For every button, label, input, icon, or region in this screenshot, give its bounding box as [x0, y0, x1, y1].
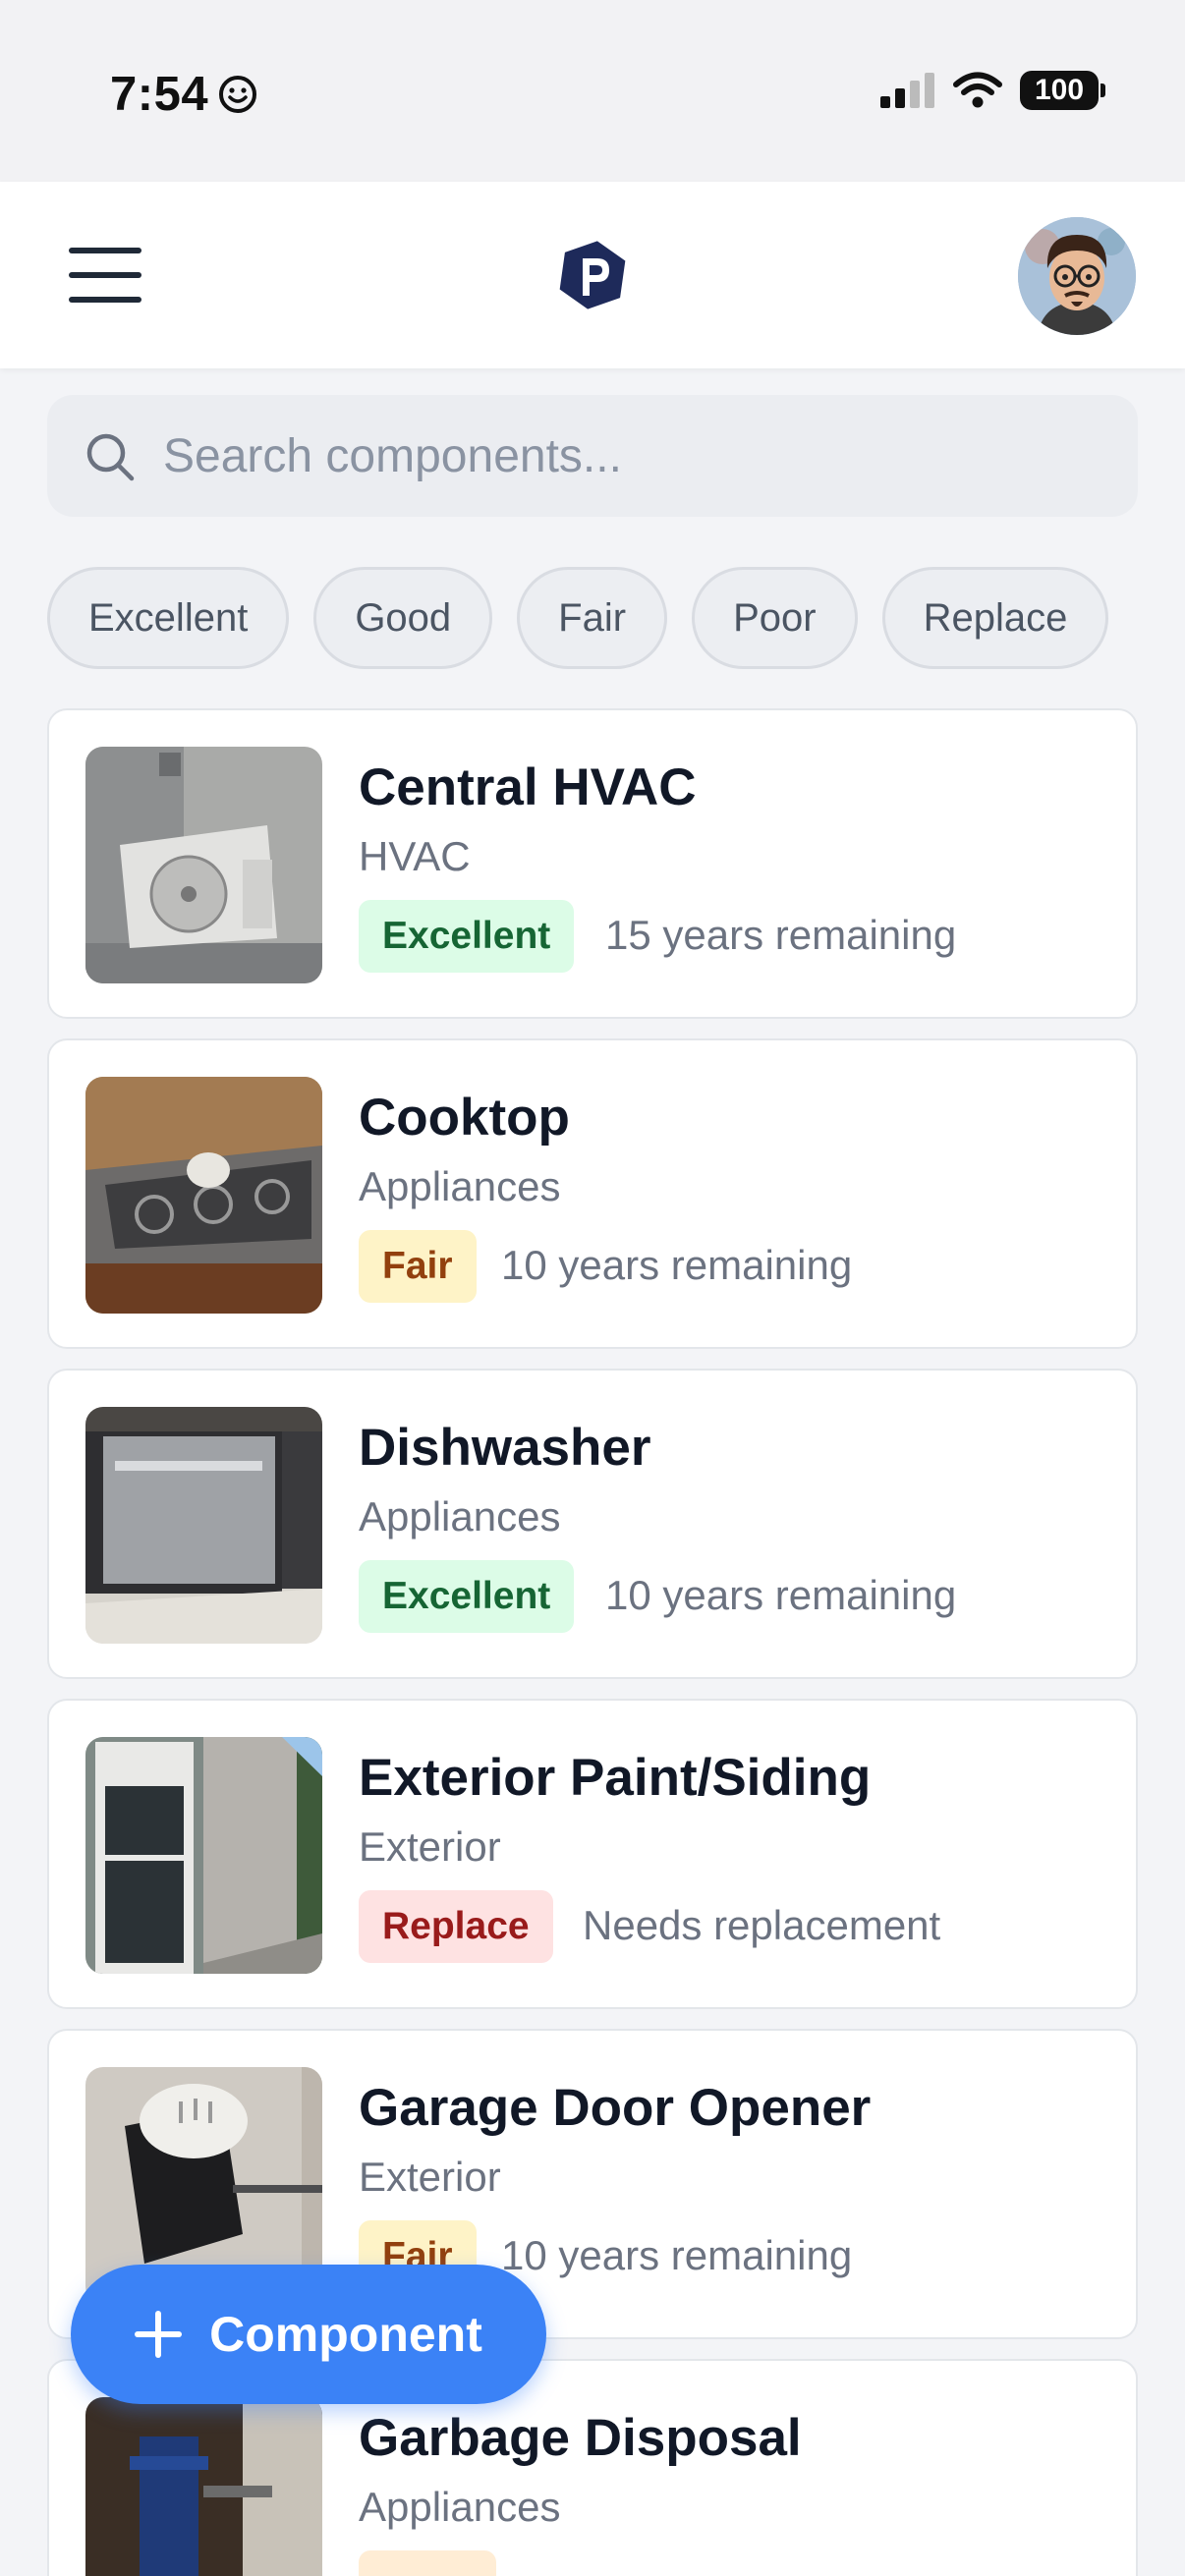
component-name: Exterior Paint/Siding: [359, 1749, 872, 1807]
component-card[interactable]: Cooktop Appliances Fair 10 years remaini…: [47, 1038, 1138, 1349]
plus-icon: [135, 2311, 183, 2358]
status-indicators: 100: [880, 71, 1105, 110]
search-icon: [86, 433, 135, 481]
component-category: HVAC: [359, 833, 471, 879]
filter-chip-replace[interactable]: Replace: [881, 567, 1109, 669]
hamburger-menu-icon[interactable]: [69, 248, 141, 303]
filter-chip-fair[interactable]: Fair: [517, 567, 668, 669]
filter-chip-good[interactable]: Good: [313, 567, 493, 669]
component-photo: [85, 2397, 322, 2576]
remaining-life: 10 years remaining: [605, 1572, 957, 1618]
battery-icon: 100: [1020, 71, 1105, 110]
smiley-icon: [219, 76, 257, 113]
component-category: Appliances: [359, 1163, 561, 1209]
component-photo: [85, 1737, 322, 1974]
filter-chip-poor[interactable]: Poor: [692, 567, 858, 669]
condition-filters: Excellent Good Fair Poor Replace: [47, 567, 1109, 669]
remaining-life: Needs replacement: [583, 1902, 941, 1948]
status-time: 7:54: [110, 67, 257, 122]
component-card[interactable]: Dishwasher Appliances Excellent 10 years…: [47, 1369, 1138, 1679]
status-time-text: 7:54: [110, 68, 209, 121]
wifi-icon: [953, 72, 1002, 108]
component-name: Cooktop: [359, 1089, 570, 1147]
component-photo: [85, 747, 322, 983]
component-photo: [85, 1407, 322, 1644]
condition-badge: Fair: [359, 1230, 477, 1303]
add-component-label: Component: [209, 2307, 482, 2362]
component-card[interactable]: Exterior Paint/Siding Exterior Replace N…: [47, 1699, 1138, 2009]
component-category: Appliances: [359, 2484, 561, 2530]
condition-badge: Replace: [359, 1890, 553, 1963]
component-category: Exterior: [359, 2154, 501, 2200]
component-category: Appliances: [359, 1493, 561, 1540]
search-input[interactable]: [163, 420, 1106, 491]
component-category: Exterior: [359, 1823, 501, 1870]
add-component-button[interactable]: Component: [71, 2265, 546, 2404]
component-name: Garbage Disposal: [359, 2409, 802, 2467]
filter-chip-excellent[interactable]: Excellent: [47, 567, 290, 669]
component-name: Central HVAC: [359, 758, 697, 816]
condition-badge: Excellent: [359, 900, 575, 973]
app-logo-icon[interactable]: [556, 239, 629, 311]
search-bar: [47, 395, 1138, 517]
condition-badge: Excellent: [359, 1560, 575, 1633]
condition-badge: [359, 2550, 496, 2576]
remaining-life: 15 years remaining: [605, 912, 957, 958]
remaining-life: 10 years remaining: [501, 2232, 853, 2278]
avatar[interactable]: [1018, 217, 1136, 335]
cellular-signal-icon: [880, 73, 934, 108]
remaining-life: 10 years remaining: [501, 1242, 853, 1288]
avatar-illustration: [1018, 217, 1136, 335]
component-name: Garage Door Opener: [359, 2079, 872, 2137]
component-card[interactable]: Central HVAC HVAC Excellent 15 years rem…: [47, 708, 1138, 1019]
component-photo: [85, 1077, 322, 1314]
status-bar: 7:54 100: [0, 0, 1185, 182]
component-name: Dishwasher: [359, 1419, 651, 1477]
app-header: [0, 182, 1185, 368]
battery-level: 100: [1034, 74, 1085, 106]
